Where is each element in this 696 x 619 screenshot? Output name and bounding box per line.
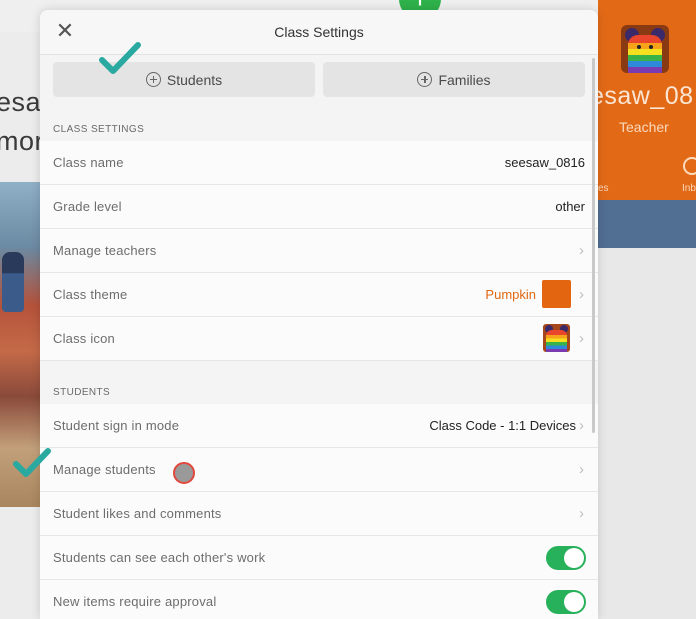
tap-cursor-indicator bbox=[173, 462, 195, 484]
background-role: Teacher bbox=[619, 119, 669, 135]
section-label-class-settings: CLASS SETTINGS bbox=[53, 124, 145, 135]
row-value: other bbox=[555, 199, 585, 214]
background-class-name: esaw_08 bbox=[590, 82, 694, 110]
background-tab-inbox[interactable]: Inb bbox=[682, 183, 696, 194]
checkmark-icon bbox=[13, 448, 51, 477]
toggle-knob bbox=[564, 548, 584, 568]
background-photo-child bbox=[2, 252, 24, 312]
chevron-right-icon: › bbox=[579, 417, 584, 434]
add-families-button[interactable]: Families bbox=[323, 62, 585, 97]
chevron-right-icon: › bbox=[579, 242, 584, 259]
chevron-right-icon: › bbox=[579, 330, 584, 347]
row-students-see-work: Students can see each other's work bbox=[40, 536, 598, 580]
plus-circle-icon bbox=[145, 72, 161, 87]
chevron-right-icon: › bbox=[579, 286, 584, 303]
theme-color-swatch bbox=[542, 280, 571, 308]
row-class-icon[interactable]: Class icon › bbox=[40, 317, 598, 361]
row-manage-teachers[interactable]: Manage teachers › bbox=[40, 229, 598, 273]
row-class-theme[interactable]: Class theme Pumpkin › bbox=[40, 273, 598, 317]
row-value: seesaw_0816 bbox=[504, 155, 585, 170]
chevron-right-icon: › bbox=[579, 505, 584, 522]
row-label: Class theme bbox=[53, 287, 128, 302]
row-label: Class name bbox=[53, 155, 124, 170]
row-value: Pumpkin bbox=[485, 287, 536, 302]
row-label: Manage teachers bbox=[53, 243, 157, 258]
class-icon-thumbnail bbox=[543, 324, 570, 352]
plus-circle-icon bbox=[417, 72, 433, 87]
row-grade-level[interactable]: Grade level other bbox=[40, 185, 598, 229]
add-students-label: Students bbox=[166, 71, 223, 88]
approval-toggle[interactable] bbox=[546, 590, 586, 614]
row-label: Student sign in mode bbox=[53, 418, 180, 433]
row-label: Student likes and comments bbox=[53, 506, 222, 521]
section-label-students: STUDENTS bbox=[53, 387, 111, 398]
checkmark-icon bbox=[99, 42, 141, 74]
row-label: Manage students bbox=[53, 462, 156, 477]
background-strip bbox=[598, 200, 696, 248]
see-work-toggle[interactable] bbox=[546, 546, 586, 570]
background-right-lower bbox=[598, 248, 696, 619]
toggle-knob bbox=[564, 592, 584, 612]
row-manage-students[interactable]: Manage students › bbox=[40, 448, 598, 492]
row-label: Class icon bbox=[53, 331, 115, 346]
add-families-label: Families bbox=[438, 71, 491, 88]
row-label: New items require approval bbox=[53, 594, 217, 609]
inbox-icon bbox=[683, 157, 696, 175]
row-student-likes-comments[interactable]: Student likes and comments › bbox=[40, 492, 598, 536]
modal-scrollbar[interactable] bbox=[592, 58, 595, 433]
row-label: Students can see each other's work bbox=[53, 550, 266, 565]
class-settings-modal: ✕ Class Settings Students Families CLASS… bbox=[40, 10, 598, 619]
background-class-subtitle: mor bbox=[0, 126, 44, 156]
add-students-button[interactable]: Students bbox=[53, 62, 315, 97]
row-student-sign-in-mode[interactable]: Student sign in mode Class Code - 1:1 De… bbox=[40, 404, 598, 448]
modal-title: Class Settings bbox=[274, 24, 364, 40]
chevron-right-icon: › bbox=[579, 461, 584, 478]
row-value: Class Code - 1:1 Devices bbox=[429, 418, 576, 433]
row-label: Grade level bbox=[53, 199, 122, 214]
background-tab-label[interactable]: es bbox=[598, 183, 609, 194]
row-class-name[interactable]: Class name seesaw_0816 bbox=[40, 141, 598, 185]
class-avatar bbox=[621, 25, 669, 73]
row-items-require-approval: New items require approval bbox=[40, 580, 598, 619]
